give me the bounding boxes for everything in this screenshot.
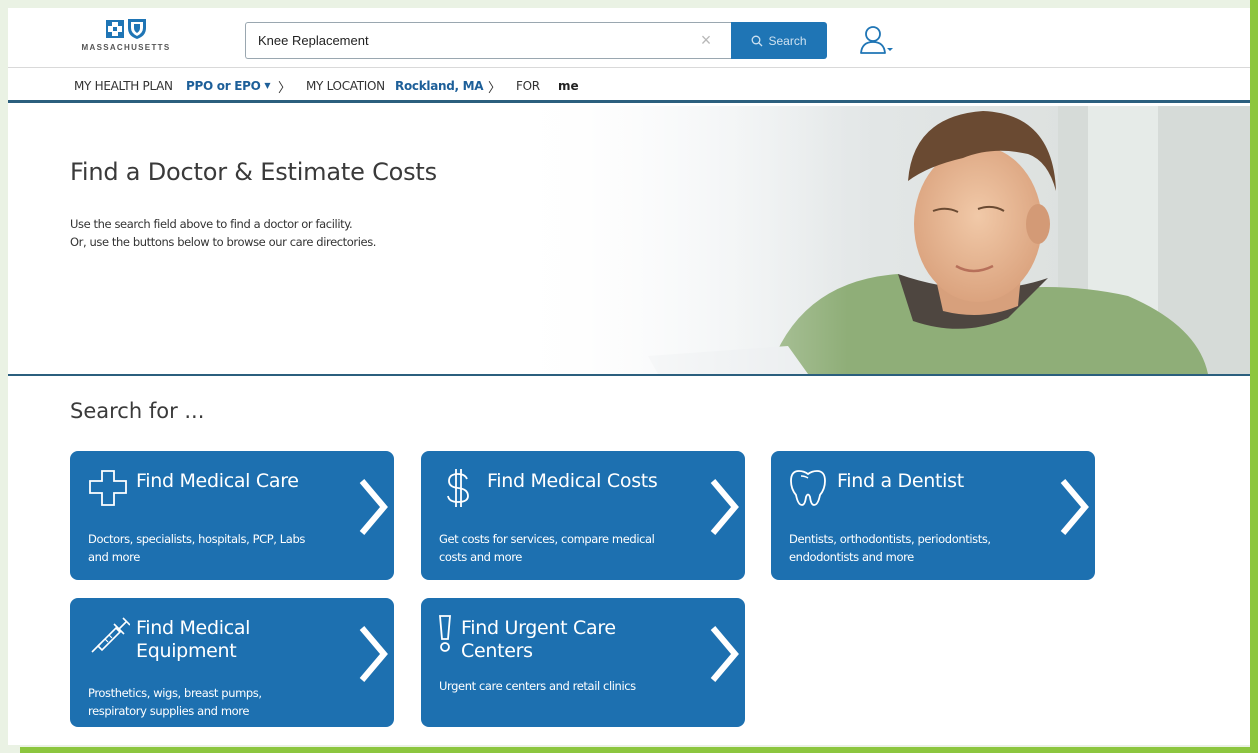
- card-title: Find Medical Costs: [487, 470, 658, 492]
- card-description-line: and more: [88, 550, 140, 564]
- card-description-line: costs and more: [439, 550, 522, 564]
- search-input[interactable]: [245, 22, 731, 59]
- chevron-right-icon: [1060, 479, 1089, 535]
- user-menu-button[interactable]: [858, 24, 902, 56]
- brand-logo[interactable]: MASSACHUSETTS: [74, 16, 178, 60]
- card-title-line: Centers: [461, 640, 533, 662]
- section-title: Search for ...: [70, 399, 205, 423]
- card-description-line: Doctors, specialists, hospitals, PCP, La…: [88, 532, 305, 546]
- find-medical-costs-card[interactable]: Find Medical Costs Get costs for service…: [421, 451, 745, 580]
- breadcrumb-separator-icon: 〉: [278, 81, 292, 96]
- find-a-dentist-card[interactable]: Find a Dentist Dentists, orthodontists, …: [771, 451, 1095, 580]
- blue-cross-blue-shield-icon: [106, 19, 146, 39]
- find-medical-care-card[interactable]: Find Medical Care Doctors, specialists, …: [70, 451, 394, 580]
- brand-logo-text: MASSACHUSETTS: [81, 43, 171, 52]
- find-medical-equipment-card[interactable]: Find Medical Equipment Prosthetics, wigs…: [70, 598, 394, 727]
- for-label: FOR: [516, 79, 540, 93]
- location-value[interactable]: Rockland, MA: [395, 79, 484, 93]
- chevron-right-icon: [359, 626, 388, 682]
- for-value[interactable]: me: [558, 79, 579, 93]
- card-description: Dentists, orthodontists, periodontists, …: [789, 530, 1039, 566]
- location-label: MY LOCATION: [306, 79, 385, 93]
- medical-cross-icon: [89, 470, 127, 506]
- frame-border: [1250, 0, 1258, 753]
- chevron-right-icon: [710, 626, 739, 682]
- dollar-icon: [447, 469, 469, 507]
- search-button-label: Search: [768, 33, 807, 48]
- hero-description-line: Or, use the buttons below to browse our …: [70, 235, 377, 249]
- context-bar: MY HEALTH PLAN PPO or EPO ▼ 〉 MY LOCATIO…: [8, 68, 1250, 103]
- card-title: Find Medical Equipment: [136, 617, 356, 663]
- card-description-line: endodontists and more: [789, 550, 914, 564]
- card-title-line: Equipment: [136, 640, 237, 662]
- card-title: Find Medical Care: [136, 470, 299, 492]
- search-button[interactable]: Search: [731, 22, 827, 59]
- card-description-line: Prosthetics, wigs, breast pumps,: [88, 686, 262, 700]
- card-description: Urgent care centers and retail clinics: [439, 677, 689, 695]
- card-title-line: Find Medical: [136, 617, 251, 639]
- tooth-icon: [790, 470, 826, 506]
- page-frame: MASSACHUSETTS × Search MY HEALTH PLAN P: [8, 8, 1250, 745]
- search-bar: × Search: [245, 22, 827, 59]
- plan-value: PPO or EPO: [186, 79, 261, 93]
- plan-label: MY HEALTH PLAN: [74, 79, 173, 93]
- hero-divider: [8, 374, 1250, 376]
- caret-down-icon: [887, 48, 893, 51]
- hero-description: Use the search field above to find a doc…: [70, 215, 376, 251]
- card-description-line: Get costs for services, compare medical: [439, 532, 655, 546]
- card-title: Find a Dentist: [837, 470, 964, 492]
- card-description: Doctors, specialists, hospitals, PCP, La…: [88, 530, 338, 566]
- syringe-icon: [91, 617, 130, 653]
- card-title: Find Urgent Care Centers: [461, 617, 681, 663]
- hero-banner: Find a Doctor & Estimate Costs Use the s…: [8, 106, 1250, 374]
- breadcrumb-separator-icon: 〉: [488, 81, 502, 96]
- frame-border: [20, 747, 1258, 753]
- top-header: MASSACHUSETTS × Search: [8, 8, 1250, 68]
- chevron-right-icon: [710, 479, 739, 535]
- card-title-line: Find Urgent Care: [461, 617, 616, 639]
- card-description-line: Dentists, orthodontists, periodontists,: [789, 532, 991, 546]
- card-description: Get costs for services, compare medical …: [439, 530, 689, 566]
- card-description: Prosthetics, wigs, breast pumps, respira…: [88, 684, 338, 720]
- user-icon: [860, 26, 893, 54]
- hero-description-line: Use the search field above to find a doc…: [70, 217, 353, 231]
- chevron-right-icon: [359, 479, 388, 535]
- find-urgent-care-card[interactable]: Find Urgent Care Centers Urgent care cen…: [421, 598, 745, 727]
- card-description-line: Urgent care centers and retail clinics: [439, 679, 636, 693]
- card-description-line: respiratory supplies and more: [88, 704, 250, 718]
- page-title: Find a Doctor & Estimate Costs: [70, 158, 437, 186]
- search-icon: [752, 35, 763, 46]
- chevron-down-icon: ▼: [264, 81, 271, 90]
- plan-selector[interactable]: PPO or EPO ▼: [186, 79, 271, 93]
- clear-icon[interactable]: ×: [697, 31, 715, 49]
